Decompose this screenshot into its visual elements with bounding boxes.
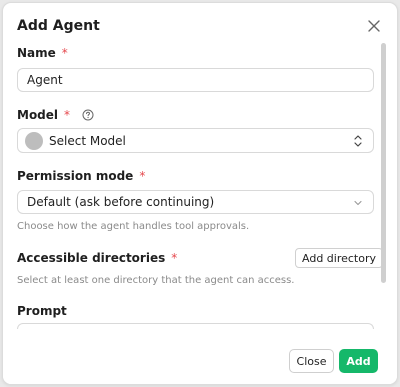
model-select-value: Select Model [49, 133, 126, 148]
name-input[interactable]: Agent [17, 68, 374, 92]
chevron-down-icon [354, 200, 362, 206]
question-circle-icon[interactable] [82, 109, 94, 121]
permission-mode-select[interactable]: Default (ask before continuing) [17, 190, 374, 214]
close-icon[interactable] [365, 17, 383, 35]
chevron-up-down-icon [354, 135, 362, 147]
accessible-directories-label: Accessible directories * [17, 251, 178, 265]
model-select[interactable]: Select Model [17, 128, 374, 153]
scrollbar[interactable] [381, 43, 386, 283]
close-button[interactable]: Close [289, 349, 334, 373]
required-mark: * [61, 46, 68, 60]
required-mark: * [171, 251, 178, 265]
accessible-directories-hint: Select at least one directory that the a… [17, 275, 295, 286]
prompt-label: Prompt [17, 304, 67, 318]
model-label: Model * [17, 108, 94, 122]
required-mark: * [139, 169, 146, 183]
permission-mode-hint: Choose how the agent handles tool approv… [17, 221, 250, 232]
permission-mode-label: Permission mode * [17, 169, 146, 183]
add-directory-button[interactable]: Add directory [295, 248, 384, 268]
add-button[interactable]: Add [339, 349, 378, 373]
form-scroll-area[interactable]: Name * Agent Model * Select Model Permissi… [3, 39, 397, 329]
dialog-footer: Close Add [3, 329, 397, 384]
model-avatar [25, 131, 43, 150]
permission-mode-value: Default (ask before continuing) [27, 195, 215, 209]
dialog-title: Add Agent [17, 18, 100, 34]
required-mark: * [64, 108, 71, 122]
name-label: Name * [17, 46, 68, 60]
add-agent-dialog: Add Agent Name * Agent Model * Select Mode… [2, 2, 398, 385]
name-input-value: Agent [27, 73, 63, 87]
